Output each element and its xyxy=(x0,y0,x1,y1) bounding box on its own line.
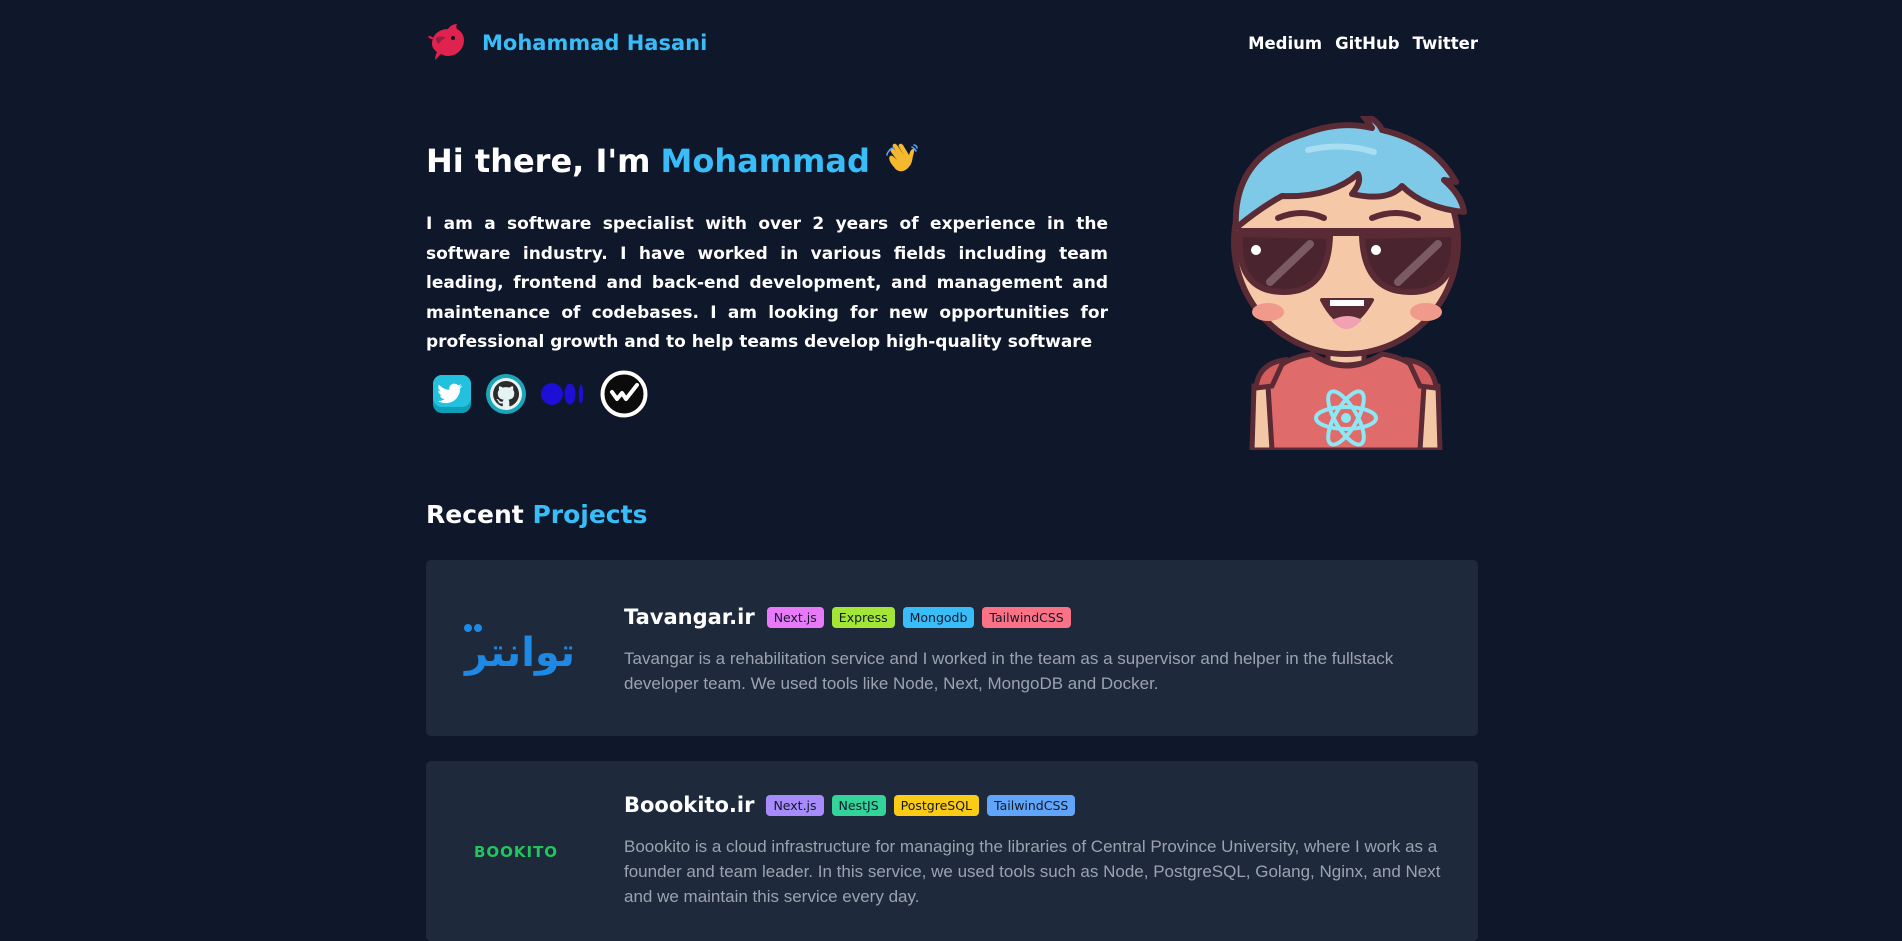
svg-text:BOOKITO: BOOKITO xyxy=(474,843,558,861)
project-description: Tavangar is a rehabilitation service and… xyxy=(624,649,1394,693)
tag-nestjs: NestJS xyxy=(831,794,886,816)
project-description: Boookito is a cloud infrastructure for m… xyxy=(624,837,1441,906)
wakatime-icon[interactable] xyxy=(598,368,650,420)
tag-mongodb: Mongodb xyxy=(902,606,975,628)
nav-link-medium[interactable]: Medium xyxy=(1248,34,1322,53)
top-nav: Medium GitHub Twitter xyxy=(1248,34,1478,53)
tag-nextjs: Next.js xyxy=(766,606,824,628)
project-header: Tavangar.ir Next.js Express Mongodb Tail… xyxy=(624,602,1458,632)
projects-heading: Recent Projects xyxy=(426,500,647,529)
project-card-tavangar[interactable]: توانتر Tavangar.ir Next.js Express Mongo… xyxy=(426,560,1478,736)
medium-icon[interactable] xyxy=(538,372,588,416)
brand-name: Mohammad Hasani xyxy=(482,31,708,55)
project-header: Boookito.ir Next.js NestJS PostgreSQL Ta… xyxy=(624,790,1458,820)
tag-nextjs: Next.js xyxy=(766,794,824,816)
project-title[interactable]: Boookito.ir xyxy=(624,793,754,817)
boookito-logo: BOOKITO xyxy=(444,831,588,871)
brand[interactable]: Mohammad Hasani xyxy=(426,22,707,64)
nestjs-cat-logo-icon xyxy=(428,24,464,60)
tag-express: Express xyxy=(831,606,895,628)
hero-title: Hi there, I'm Mohammad xyxy=(426,142,920,180)
nav-link-github[interactable]: GitHub xyxy=(1335,34,1399,53)
project-card-boookito[interactable]: BOOKITO Boookito.ir Next.js NestJS Postg… xyxy=(426,761,1478,941)
projects-heading-plain: Recent xyxy=(426,500,524,529)
boookito-logo-icon: BOOKITO xyxy=(474,843,558,861)
project-body: Boookito.ir Next.js NestJS PostgreSQL Ta… xyxy=(624,790,1458,909)
developer-avatar-illustration xyxy=(1231,116,1467,450)
svg-text:توانتر: توانتر xyxy=(463,630,575,676)
github-icon[interactable] xyxy=(484,372,528,416)
hero-greeting: Hi there, I'm xyxy=(426,142,651,180)
tavangar-logo: توانتر xyxy=(444,610,588,690)
hero-name: Mohammad xyxy=(660,142,870,180)
waving-hand-icon xyxy=(886,143,918,172)
tag-tailwindcss: TailwindCSS xyxy=(987,794,1076,816)
project-title[interactable]: Tavangar.ir xyxy=(624,605,755,629)
tavangar-logo-icon: توانتر xyxy=(463,624,575,676)
site-header: Mohammad Hasani Medium GitHub Twitter xyxy=(426,20,1478,66)
tag-tailwindcss: TailwindCSS xyxy=(982,606,1071,628)
tag-postgresql: PostgreSQL xyxy=(893,794,980,816)
project-body: Tavangar.ir Next.js Express Mongodb Tail… xyxy=(624,602,1458,696)
hero-bio: I am a software specialist with over 2 y… xyxy=(426,214,1108,352)
nav-link-twitter[interactable]: Twitter xyxy=(1413,34,1478,53)
projects-heading-accent: Projects xyxy=(532,500,648,529)
twitter-icon[interactable] xyxy=(430,372,474,416)
social-links xyxy=(430,368,650,420)
